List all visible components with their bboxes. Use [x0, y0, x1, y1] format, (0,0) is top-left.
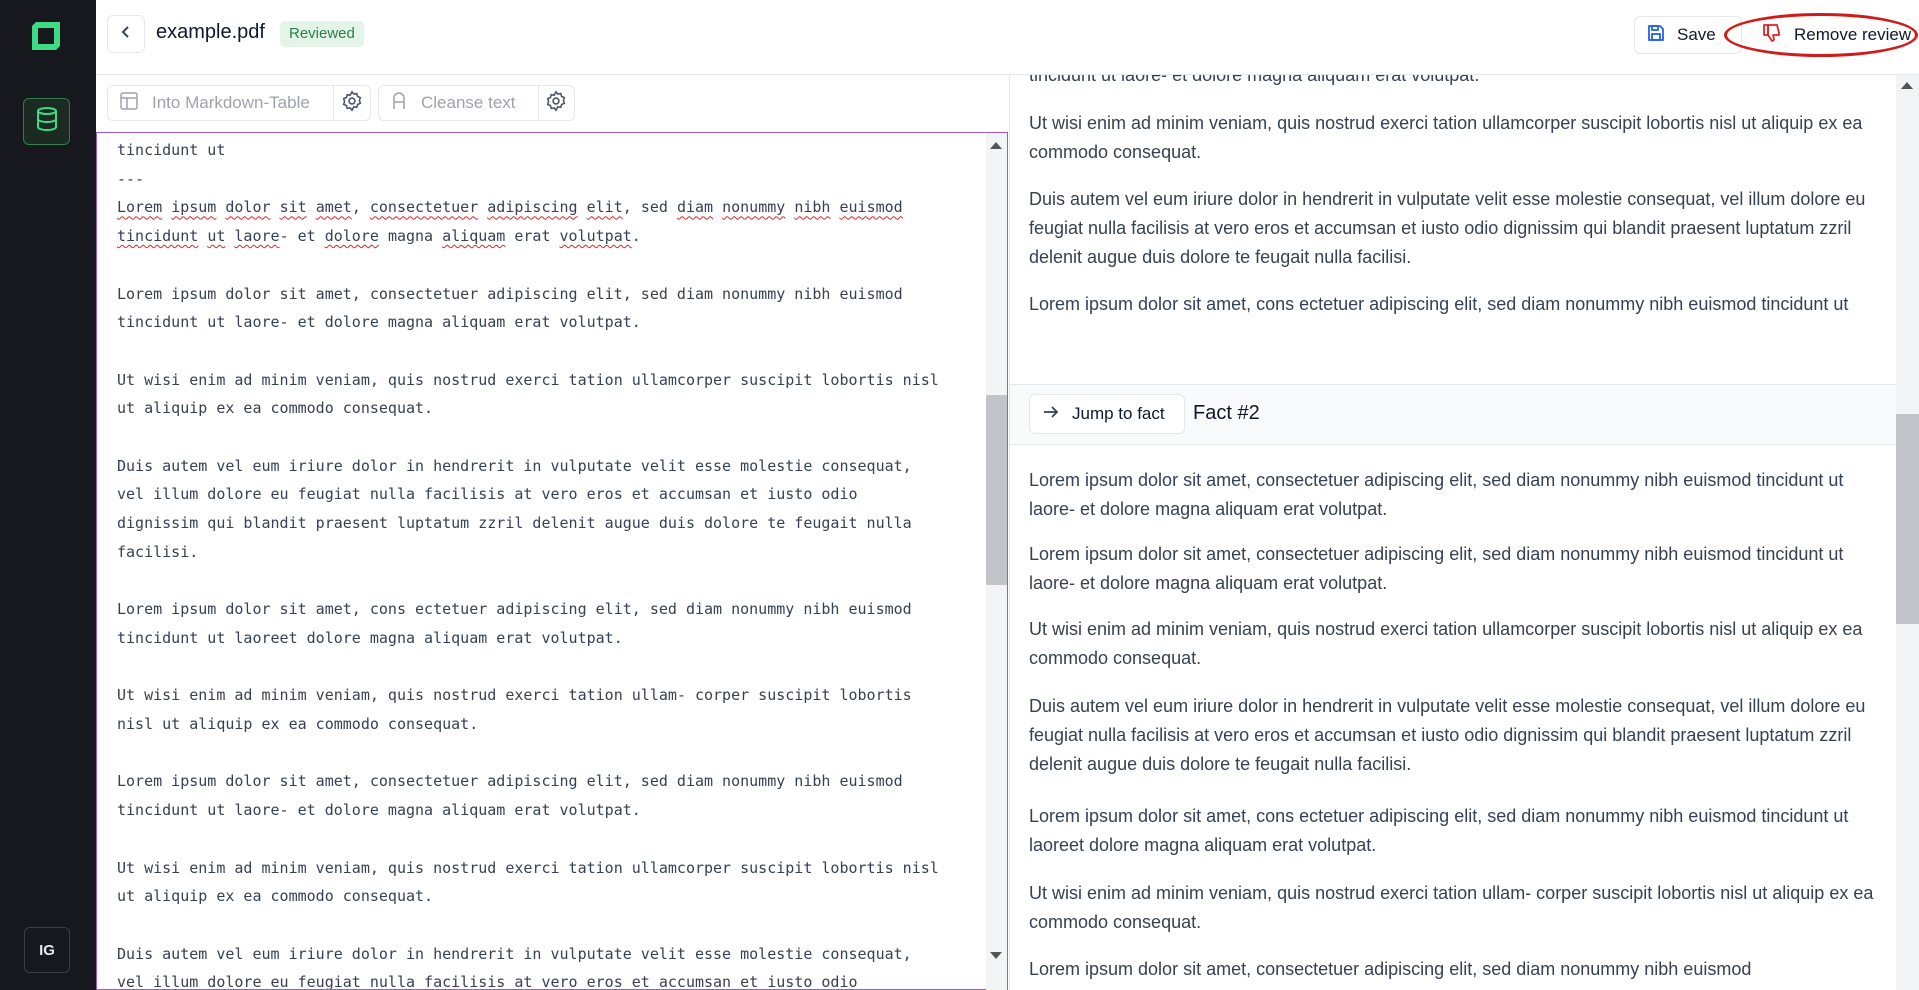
thumbs-down-icon: [1762, 23, 1782, 48]
editor-content: tincidunt ut --- Lorem ipsum dolor sit a…: [117, 136, 987, 990]
user-avatar[interactable]: IG: [24, 927, 70, 973]
markdown-editor[interactable]: tincidunt ut --- Lorem ipsum dolor sit a…: [96, 132, 1008, 990]
preview-paragraph: Lorem ipsum dolor sit amet, cons ectetue…: [1029, 294, 1849, 314]
preview-paragraph: tincidunt ut laore- et dolore magna aliq…: [1029, 75, 1480, 85]
fact-paragraph: Duis autem vel eum iriure dolor in hendr…: [1029, 696, 1866, 774]
editor-toolbar: Into Markdown-Table Cleanse text: [96, 75, 1009, 132]
document-header: example.pdf Reviewed Save Remove review: [96, 0, 1919, 75]
markdown-table-settings-button[interactable]: [333, 85, 370, 121]
fact-paragraph: Ut wisi enim ad minim veniam, quis nostr…: [1029, 619, 1863, 668]
cleanse-text-button[interactable]: Cleanse text: [379, 91, 538, 115]
preview-pane: tincidunt ut laore- et dolore magna aliq…: [1009, 75, 1896, 990]
fact-paragraph: Lorem ipsum dolor sit amet, consectetuer…: [1029, 470, 1844, 519]
gear-icon: [341, 89, 363, 117]
chevron-left-icon: [119, 25, 133, 44]
app-logo[interactable]: [30, 20, 62, 52]
markdown-table-tool: Into Markdown-Table: [107, 85, 371, 121]
fact-header: Jump to fact Fact #2: [1010, 384, 1896, 445]
arrow-right-icon: [1042, 404, 1060, 425]
editor-line: ---: [117, 169, 145, 188]
status-badge: Reviewed: [280, 21, 364, 47]
fact-paragraph: Lorem ipsum dolor sit amet, consectetuer…: [1029, 544, 1844, 593]
editor-spellcheck-line: tincidunt ut laore- et dolore magna aliq…: [117, 227, 641, 246]
remove-review-label: Remove review: [1794, 25, 1912, 44]
editor-line: tincidunt ut: [117, 141, 226, 159]
fact-paragraph: Lorem ipsum dolor sit amet, cons ectetue…: [1029, 806, 1849, 855]
database-icon: [36, 107, 58, 136]
preview-paragraph: Duis autem vel eum iriure dolor in hendr…: [1029, 189, 1866, 267]
jump-to-fact-button[interactable]: Jump to fact: [1029, 394, 1185, 434]
fact-paragraph: Lorem ipsum dolor sit amet, consectetuer…: [1029, 959, 1752, 979]
markdown-table-label: Into Markdown-Table: [152, 93, 310, 112]
editor-scrollbar-thumb[interactable]: [986, 395, 1007, 585]
jump-to-fact-label: Jump to fact: [1072, 404, 1165, 423]
scroll-down-arrow-icon[interactable]: [990, 952, 1002, 959]
cleanse-text-settings-button[interactable]: [537, 85, 574, 121]
document-title: example.pdf: [156, 21, 265, 43]
floppy-disk-icon: [1647, 24, 1665, 47]
editor-body: Lorem ipsum dolor sit amet, consectetuer…: [117, 284, 939, 990]
editor-spellcheck-line: Lorem ipsum dolor sit amet, consectetuer…: [117, 198, 903, 217]
save-button-label: Save: [1677, 25, 1716, 44]
table-icon: [120, 91, 138, 115]
back-button[interactable]: [107, 15, 145, 53]
fact-title: Fact #2: [1193, 402, 1260, 424]
sidebar: IG: [0, 0, 96, 990]
preview-scrollbar-thumb[interactable]: [1896, 414, 1919, 624]
fact-paragraph: Ut wisi enim ad minim veniam, quis nostr…: [1029, 883, 1874, 932]
gear-icon: [545, 89, 567, 117]
preview-paragraph: Ut wisi enim ad minim veniam, quis nostr…: [1029, 113, 1863, 162]
text-cleanse-icon: [391, 91, 407, 115]
remove-review-button[interactable]: Remove review: [1742, 12, 1919, 58]
scroll-up-arrow-icon[interactable]: [990, 142, 1002, 149]
markdown-table-button[interactable]: Into Markdown-Table: [108, 91, 333, 115]
cleanse-text-tool: Cleanse text: [378, 85, 575, 121]
cleanse-text-label: Cleanse text: [421, 93, 516, 112]
database-nav-button[interactable]: [23, 98, 70, 145]
save-button[interactable]: Save: [1634, 16, 1742, 54]
scroll-up-arrow-icon[interactable]: [1901, 82, 1913, 89]
